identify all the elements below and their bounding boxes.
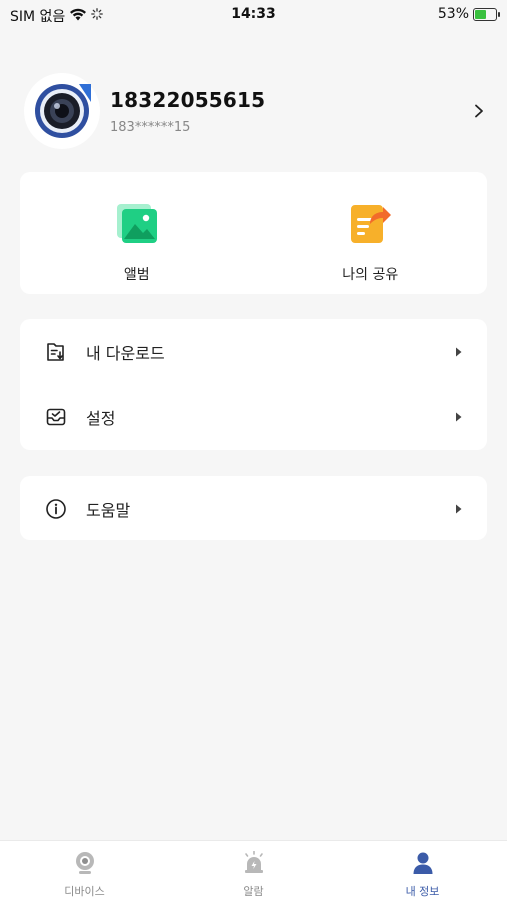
menu-item-help[interactable]: 도움말 [20,476,487,541]
tab-alarm[interactable]: 알람 [169,841,338,900]
album-icon [115,202,159,250]
camera-device-icon [73,851,97,879]
shortcut-album[interactable]: 앨범 [20,172,254,294]
status-time: 14:33 [231,6,276,22]
menu-item-downloads[interactable]: 내 다운로드 [20,319,487,384]
tab-devices[interactable]: 디바이스 [0,841,169,900]
bottom-nav: 디바이스 알람 내 정보 [0,840,507,900]
battery-fill [475,9,486,19]
user-icon [411,851,435,879]
shortcut-album-label: 앨범 [123,267,150,283]
download-folder-icon [44,340,68,364]
share-icon [348,202,392,250]
profile-header[interactable]: 18322055615 183******15 [24,72,489,150]
profile-name: 18322055615 [110,87,266,112]
battery-icon [473,7,500,21]
caret-right-icon [453,411,463,423]
shortcut-my-share-label: 나의 공유 [342,267,399,283]
menu-item-settings[interactable]: 설정 [20,384,487,449]
help-card: 도움말 [20,476,487,540]
tab-alarm-label: 알람 [243,885,264,898]
tab-my-info[interactable]: 내 정보 [338,841,507,900]
status-right: 53% [437,6,500,22]
shortcut-my-share[interactable]: 나의 공유 [254,172,488,294]
menu-item-settings-label: 설정 [86,408,116,428]
info-icon [44,497,68,521]
caret-right-icon [453,503,463,515]
caret-right-icon [453,346,463,358]
menu-item-downloads-label: 내 다운로드 [86,343,165,363]
menu-item-help-label: 도움말 [86,500,131,520]
settings-tray-icon [44,405,68,429]
battery-percent: 53% [437,6,469,22]
menu-card: 내 다운로드 설정 [20,319,487,450]
tab-my-info-label: 내 정보 [405,885,440,898]
camera-lens-icon [35,84,91,138]
profile-text: 18322055615 183******15 [110,88,469,135]
status-bar: SIM 없음 14:33 53% [0,0,507,30]
avatar[interactable] [24,73,100,149]
tab-devices-label: 디바이스 [64,885,105,898]
shortcuts-card: 앨범 나의 공유 [20,172,487,294]
alarm-icon [242,850,266,879]
profile-masked-id: 183******15 [110,119,191,135]
chevron-right-icon[interactable] [469,101,489,121]
